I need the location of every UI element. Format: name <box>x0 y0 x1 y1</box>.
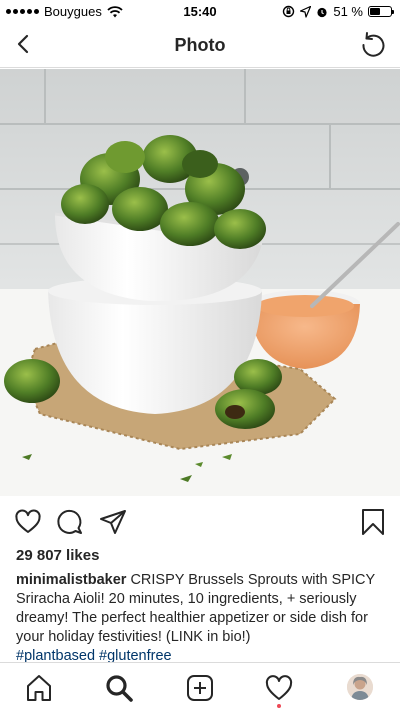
add-post-icon[interactable] <box>185 673 215 703</box>
avatar[interactable] <box>347 674 373 700</box>
status-bar: Bouygues 15:40 51 % <box>0 0 400 22</box>
post-actions <box>0 504 400 540</box>
comment-icon[interactable] <box>56 508 84 536</box>
brussels-sprouts-photo <box>0 69 400 496</box>
battery-percent: 51 % <box>333 4 363 19</box>
location-icon <box>300 5 312 18</box>
activity-heart-icon[interactable] <box>264 673 294 703</box>
heart-icon[interactable] <box>14 508 42 536</box>
notification-dot <box>277 704 281 708</box>
bookmark-icon[interactable] <box>359 508 387 536</box>
page-title: Photo <box>174 35 226 55</box>
battery-icon <box>368 6 394 17</box>
likes-count[interactable]: 29 807 likes <box>16 547 99 564</box>
screen-rotation-lock-icon <box>283 5 295 18</box>
home-icon[interactable] <box>24 673 54 703</box>
send-icon[interactable] <box>99 508 127 536</box>
search-icon[interactable] <box>104 673 134 703</box>
bottom-tab-bar <box>0 662 400 711</box>
refresh-icon[interactable] <box>358 29 388 59</box>
header: Photo <box>0 22 400 68</box>
post-photo[interactable] <box>0 69 400 496</box>
alarm-icon <box>317 7 327 17</box>
caption-username[interactable]: minimalistbaker <box>16 572 126 588</box>
post-caption: minimalistbaker CRISPY Brussels Sprouts … <box>16 571 386 666</box>
